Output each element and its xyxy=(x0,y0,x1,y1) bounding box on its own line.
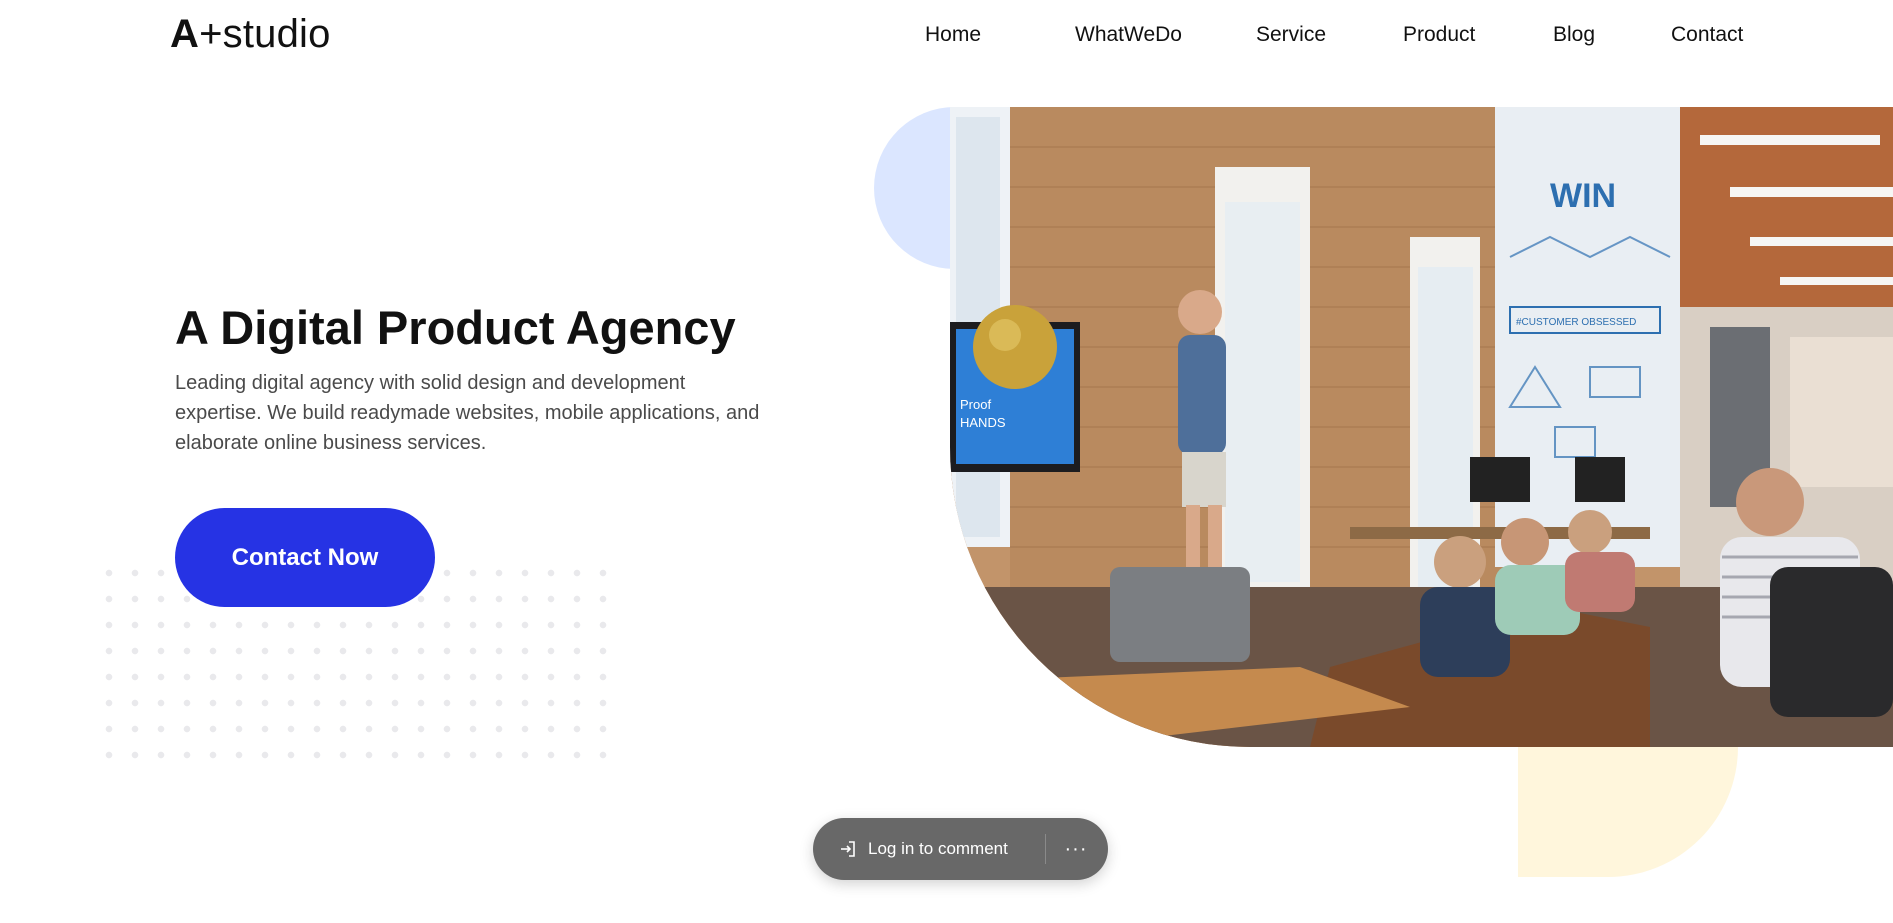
comment-bar: Log in to comment ··· xyxy=(813,818,1108,880)
nav-item-blog[interactable]: Blog xyxy=(1553,22,1671,48)
hero-title: A Digital Product Agency xyxy=(175,301,736,354)
page: A+studio Home WhatWeDo Service Product B… xyxy=(0,0,1893,923)
nav-item-home[interactable]: Home xyxy=(925,22,1075,48)
contact-now-button[interactable]: Contact Now xyxy=(175,508,435,607)
decorative-yellow-shape xyxy=(1518,747,1738,877)
nav-item-service[interactable]: Service xyxy=(1256,22,1403,48)
office-scene-illustration: WIN #CUSTOMER OBSESSED Proof HANDS xyxy=(950,107,1893,747)
hero-description: Leading digital agency with solid design… xyxy=(175,372,760,454)
nav-item-contact[interactable]: Contact xyxy=(1671,22,1743,48)
logo[interactable]: A+studio xyxy=(170,12,331,56)
login-to-comment-button[interactable]: Log in to comment xyxy=(813,818,1037,880)
more-icon: ··· xyxy=(1064,837,1088,860)
tv-screen-text-2: HANDS xyxy=(960,415,1006,430)
login-icon xyxy=(837,838,859,860)
main-nav: Home WhatWeDo Service Product Blog Conta… xyxy=(925,22,1743,48)
logo-text: +studio xyxy=(199,12,331,56)
hero-image: WIN #CUSTOMER OBSESSED Proof HANDS xyxy=(950,107,1893,747)
login-to-comment-label: Log in to comment xyxy=(868,839,1008,858)
nav-item-product[interactable]: Product xyxy=(1403,22,1553,48)
wall-sign-text: WIN xyxy=(1550,177,1616,215)
more-options-button[interactable]: ··· xyxy=(1046,818,1106,880)
wall-banner-text: #CUSTOMER OBSESSED xyxy=(1516,317,1636,328)
nav-item-whatwedo[interactable]: WhatWeDo xyxy=(1075,22,1256,48)
logo-mark: A xyxy=(170,12,200,56)
tv-screen-text-1: Proof xyxy=(960,397,991,412)
